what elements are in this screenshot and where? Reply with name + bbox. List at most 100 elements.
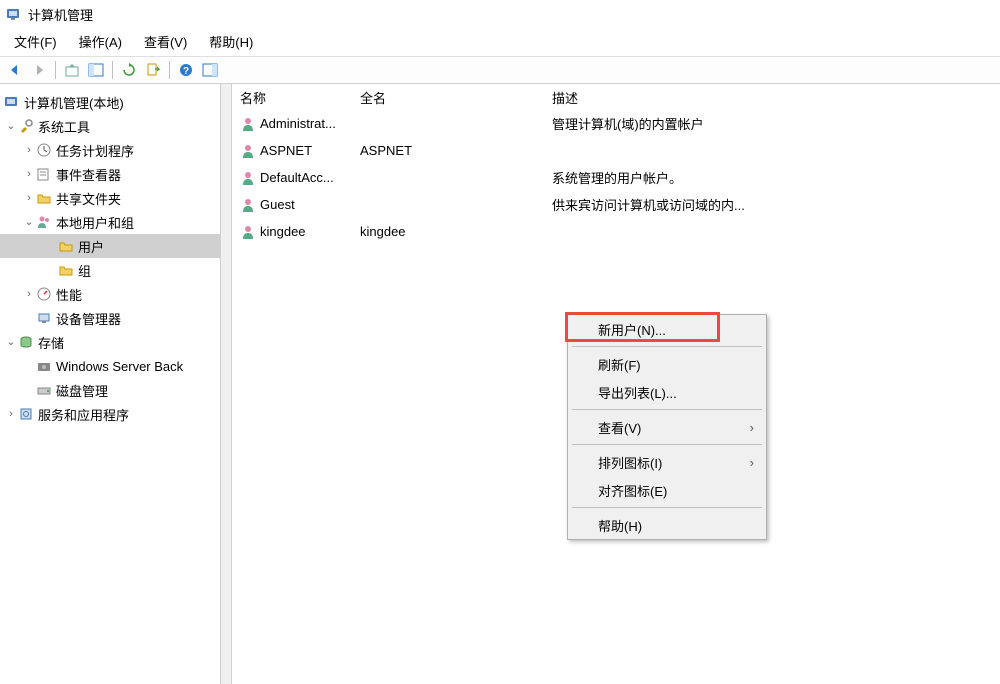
user-row[interactable]: DefaultAcc... 系统管理的用户帐户。 bbox=[240, 164, 1000, 191]
user-icon bbox=[240, 170, 256, 186]
toolbar-separator bbox=[112, 61, 113, 79]
list-header: 名称 全名 描述 bbox=[232, 84, 1000, 110]
cell-fullname: ASPNET bbox=[360, 143, 552, 158]
expander-closed-icon[interactable]: › bbox=[22, 289, 36, 300]
tree-shared-folders[interactable]: › 共享文件夹 bbox=[0, 186, 231, 210]
expander-closed-icon[interactable]: › bbox=[22, 145, 36, 156]
export-button[interactable] bbox=[142, 59, 164, 81]
cell-description: 系统管理的用户帐户。 bbox=[552, 168, 1000, 187]
user-icon bbox=[240, 224, 256, 240]
tree-services[interactable]: › 服务和应用程序 bbox=[0, 402, 231, 426]
user-row[interactable]: Guest供来宾访问计算机或访问域的内... bbox=[240, 191, 1000, 218]
cell-description: 管理计算机(域)的内置帐户 bbox=[552, 114, 1000, 133]
context-view[interactable]: 查看(V)› bbox=[568, 413, 766, 441]
expander-closed-icon[interactable]: › bbox=[22, 169, 36, 180]
shared-folder-icon bbox=[36, 190, 52, 206]
svg-text:?: ? bbox=[183, 66, 189, 77]
menu-label: 对齐图标(E) bbox=[598, 481, 667, 500]
expander-open-icon[interactable]: ⌄ bbox=[22, 217, 36, 228]
tree-performance[interactable]: › 性能 bbox=[0, 282, 231, 306]
menu-separator bbox=[572, 409, 762, 410]
menu-view[interactable]: 查看(V) bbox=[134, 28, 197, 55]
cell-name: kingdee bbox=[260, 224, 306, 239]
expander-open-icon[interactable]: ⌄ bbox=[4, 121, 18, 132]
menu-label: 帮助(H) bbox=[598, 516, 642, 535]
folder-icon bbox=[58, 238, 74, 254]
cell-name: ASPNET bbox=[260, 143, 312, 158]
tree-local-users[interactable]: ⌄ 本地用户和组 bbox=[0, 210, 231, 234]
tree-label: 设备管理器 bbox=[56, 309, 121, 328]
user-row[interactable]: ASPNET ASPNET bbox=[240, 137, 1000, 164]
menu-label: 查看(V) bbox=[598, 418, 641, 437]
performance-icon bbox=[36, 286, 52, 302]
cell-name: DefaultAcc... bbox=[260, 170, 334, 185]
context-new-user[interactable]: 新用户(N)... bbox=[568, 315, 766, 343]
tools-icon bbox=[18, 118, 34, 134]
tree-label: Windows Server Back bbox=[56, 359, 183, 374]
show-hide-tree-button[interactable] bbox=[85, 59, 107, 81]
tree-label: 系统工具 bbox=[38, 117, 90, 136]
cell-name: Administrat... bbox=[260, 116, 336, 131]
tree-label: 服务和应用程序 bbox=[38, 405, 129, 424]
tree-users[interactable]: 用户 bbox=[0, 234, 231, 258]
user-row[interactable]: kingdeekingdee bbox=[240, 218, 1000, 245]
backup-icon bbox=[36, 358, 52, 374]
context-help[interactable]: 帮助(H) bbox=[568, 511, 766, 539]
menu-separator bbox=[572, 507, 762, 508]
computer-management-icon bbox=[6, 6, 22, 22]
menu-separator bbox=[572, 444, 762, 445]
tree-storage[interactable]: ⌄ 存储 bbox=[0, 330, 231, 354]
column-name[interactable]: 名称 bbox=[240, 88, 360, 107]
column-description[interactable]: 描述 bbox=[552, 88, 1000, 107]
users-icon bbox=[36, 214, 52, 230]
tree-panel: 计算机管理(本地) ⌄ 系统工具 › 任务计划程序 › 事件查看器 › 共享文件… bbox=[0, 84, 232, 684]
refresh-button[interactable] bbox=[118, 59, 140, 81]
tree-label: 组 bbox=[78, 261, 91, 280]
user-row[interactable]: Administrat... 管理计算机(域)的内置帐户 bbox=[240, 110, 1000, 137]
context-menu: 新用户(N)... 刷新(F) 导出列表(L)... 查看(V)› 排列图标(I… bbox=[567, 314, 767, 540]
storage-icon bbox=[18, 334, 34, 350]
tree-label: 用户 bbox=[78, 237, 104, 256]
tree-label: 任务计划程序 bbox=[56, 141, 134, 160]
tree-event-viewer[interactable]: › 事件查看器 bbox=[0, 162, 231, 186]
menu-label: 导出列表(L)... bbox=[598, 383, 677, 402]
up-button[interactable] bbox=[61, 59, 83, 81]
action-pane-button[interactable] bbox=[199, 59, 221, 81]
tree-disk-management[interactable]: 磁盘管理 bbox=[0, 378, 231, 402]
context-align-icons[interactable]: 对齐图标(E) bbox=[568, 476, 766, 504]
expander-open-icon[interactable]: ⌄ bbox=[4, 337, 18, 348]
submenu-arrow-icon: › bbox=[750, 455, 754, 470]
folder-icon bbox=[58, 262, 74, 278]
titlebar: 计算机管理 bbox=[0, 0, 1000, 28]
context-arrange-icons[interactable]: 排列图标(I)› bbox=[568, 448, 766, 476]
back-button[interactable] bbox=[4, 59, 26, 81]
context-refresh[interactable]: 刷新(F) bbox=[568, 350, 766, 378]
help-button[interactable]: ? bbox=[175, 59, 197, 81]
tree-windows-backup[interactable]: Windows Server Back bbox=[0, 354, 231, 378]
menu-label: 新用户(N)... bbox=[598, 320, 666, 339]
expander-closed-icon[interactable]: › bbox=[22, 193, 36, 204]
tree-root[interactable]: 计算机管理(本地) bbox=[0, 90, 231, 114]
tree-task-scheduler[interactable]: › 任务计划程序 bbox=[0, 138, 231, 162]
forward-button[interactable] bbox=[28, 59, 50, 81]
tree-system-tools[interactable]: ⌄ 系统工具 bbox=[0, 114, 231, 138]
clock-icon bbox=[36, 142, 52, 158]
tree-label: 存储 bbox=[38, 333, 64, 352]
tree-label: 计算机管理(本地) bbox=[24, 93, 124, 112]
tree-device-manager[interactable]: 设备管理器 bbox=[0, 306, 231, 330]
tree-groups[interactable]: 组 bbox=[0, 258, 231, 282]
cell-description: 供来宾访问计算机或访问域的内... bbox=[552, 195, 1000, 214]
expander-closed-icon[interactable]: › bbox=[4, 409, 18, 420]
user-icon bbox=[240, 143, 256, 159]
event-log-icon bbox=[36, 166, 52, 182]
menu-help[interactable]: 帮助(H) bbox=[199, 28, 263, 55]
menu-separator bbox=[572, 346, 762, 347]
menu-action[interactable]: 操作(A) bbox=[69, 28, 132, 55]
tree-label: 磁盘管理 bbox=[56, 381, 108, 400]
column-fullname[interactable]: 全名 bbox=[360, 88, 552, 107]
menu-file[interactable]: 文件(F) bbox=[4, 28, 67, 55]
context-export-list[interactable]: 导出列表(L)... bbox=[568, 378, 766, 406]
tree-label: 共享文件夹 bbox=[56, 189, 121, 208]
workspace: 计算机管理(本地) ⌄ 系统工具 › 任务计划程序 › 事件查看器 › 共享文件… bbox=[0, 84, 1000, 684]
nav-tree: 计算机管理(本地) ⌄ 系统工具 › 任务计划程序 › 事件查看器 › 共享文件… bbox=[0, 90, 231, 426]
